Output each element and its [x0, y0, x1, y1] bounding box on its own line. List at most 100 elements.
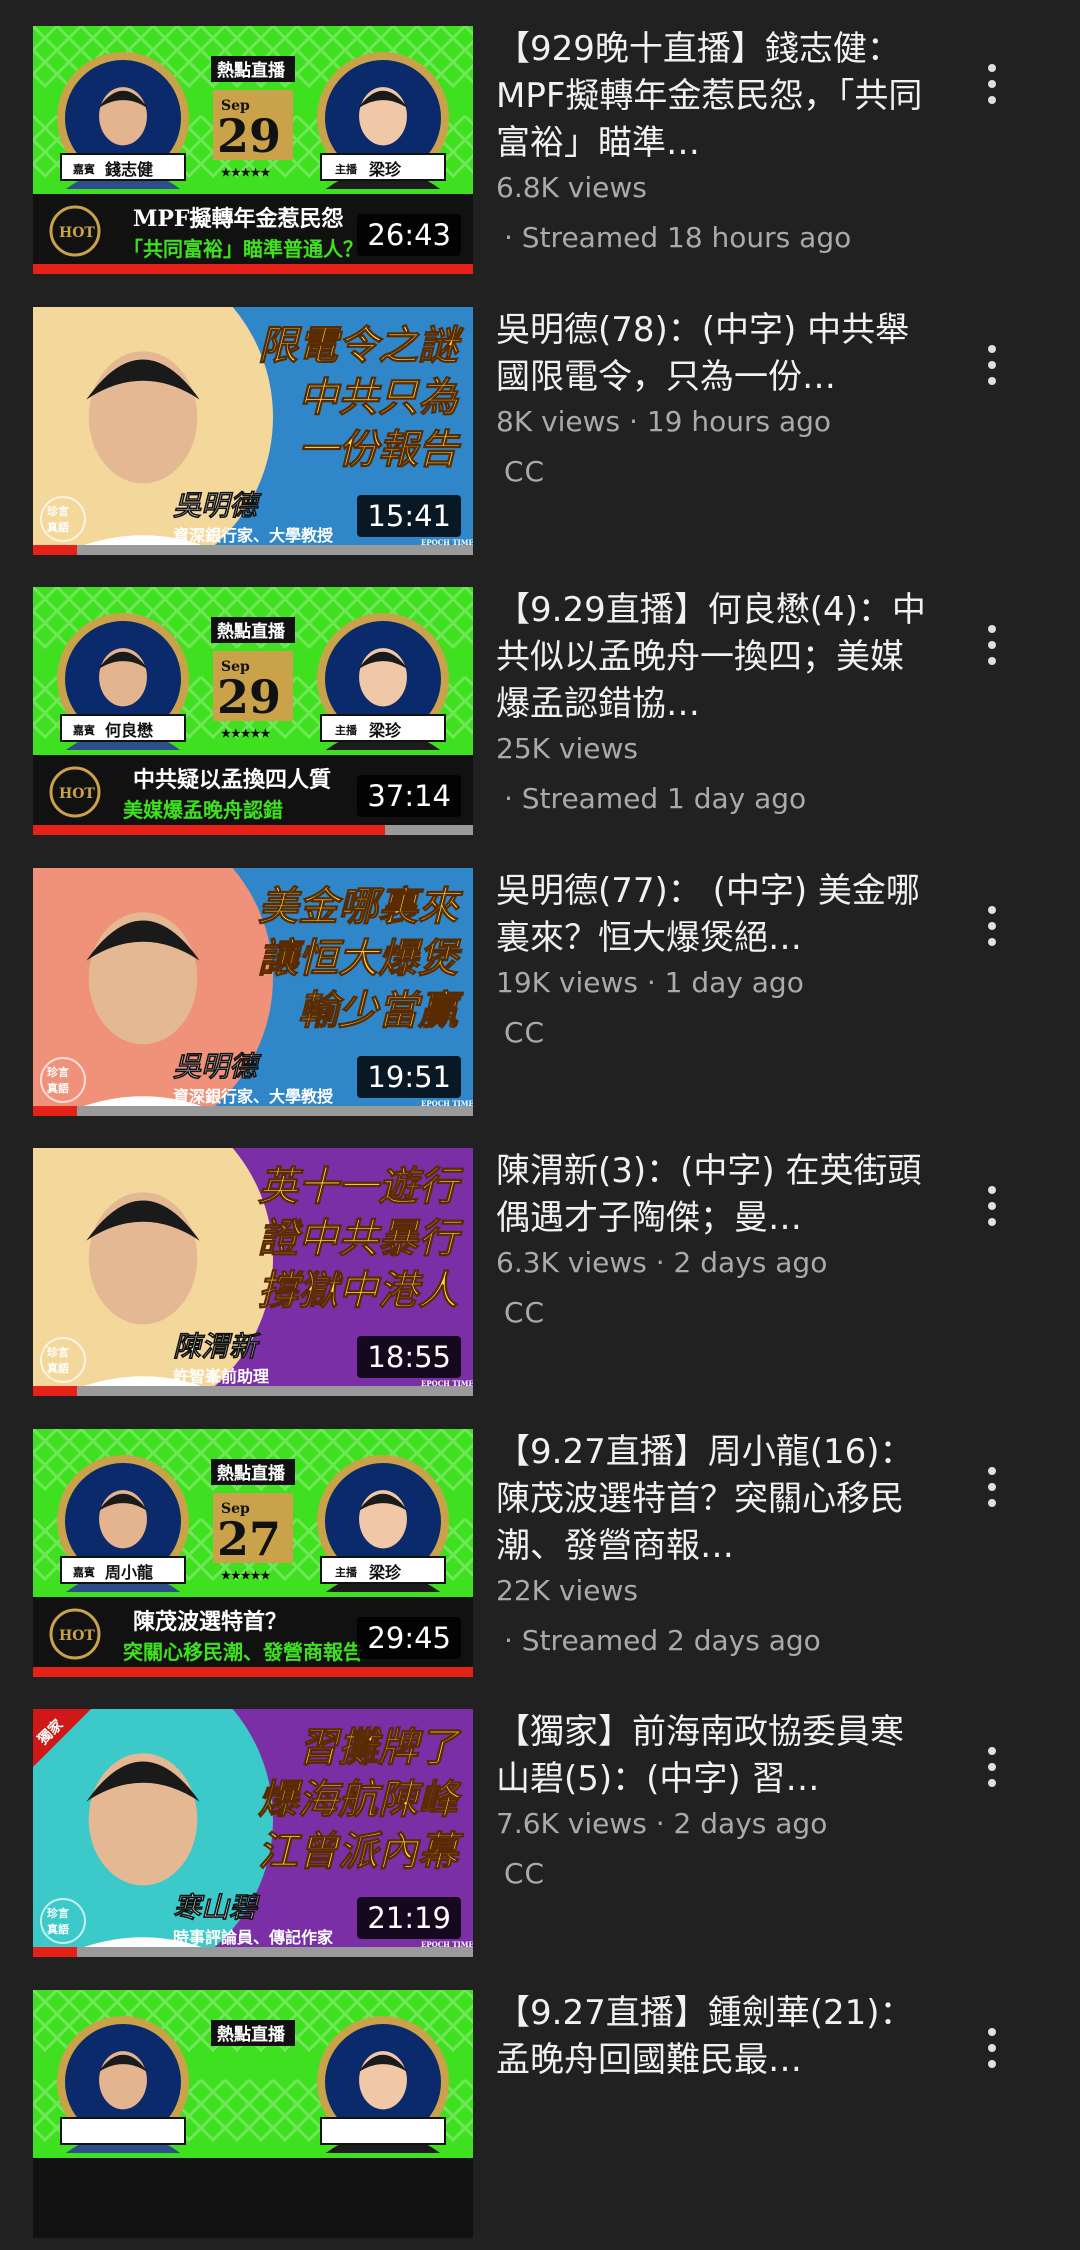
channel-logo-text-1: 珍言 [47, 1906, 69, 1920]
date-day: 27 [217, 1512, 281, 1566]
more-dot [988, 361, 996, 369]
host-tag: 主播 [335, 723, 358, 737]
headline-line-3: 輸少當贏 [298, 987, 464, 1034]
closed-captions-badge: CC [504, 1296, 546, 1329]
hot-label: HOT [59, 786, 95, 802]
channel-logo-text-2: 真語 [47, 1081, 69, 1095]
stream-time: · Streamed 2 days ago [504, 1624, 821, 1657]
more-dot [988, 657, 996, 665]
more-vert-icon[interactable] [972, 615, 1012, 675]
more-dot [988, 1747, 996, 1755]
caption-line-2: 突關心移民潮、發營商報告 [123, 1640, 363, 1664]
caption-line-2: 「共同富裕」瞄準普通人？ [123, 237, 363, 261]
view-count: 25K views [496, 732, 638, 765]
more-vert-icon[interactable] [972, 335, 1012, 395]
video-item[interactable]: 嘉賓 何良懋 主播 梁珍 熱點直播 Sep 29 ★★★★★ HOT 中共疑以孟換四人質 美媒爆孟晚… [0, 587, 1080, 847]
stream-time: · Streamed 18 hours ago [504, 221, 852, 254]
video-title[interactable]: 【929晚十直播】錢志健：MPF擬轉年金惹民怨，「共同富裕」瞄準… [496, 26, 926, 167]
headline-line-2: 證中共暴行 [258, 1215, 464, 1262]
channel-logo-text-1: 珍言 [47, 1345, 69, 1359]
more-vert-icon[interactable] [972, 1737, 1012, 1797]
more-dot [988, 922, 996, 930]
more-dot [988, 64, 996, 72]
watch-progress-track [33, 545, 473, 555]
hot-label: HOT [59, 1628, 95, 1644]
live-badge: 熱點直播 [217, 60, 286, 81]
video-thumbnail[interactable]: 嘉賓 錢志健 主播 梁珍 熱點直播 Sep 29 ★★★★★ HOT MPF擬轉年金惹民怨 「共同富… [33, 26, 473, 274]
video-thumbnail[interactable]: 嘉賓 何良懋 主播 梁珍 熱點直播 Sep 29 ★★★★★ HOT 中共疑以孟換四人質 美媒爆孟晚… [33, 587, 473, 835]
video-title[interactable]: 【9.27直播】鍾劍華(21)：孟晚舟回國難民最… [496, 1990, 926, 2084]
view-count: 6.8K views [496, 171, 647, 204]
more-vert-icon[interactable] [972, 1457, 1012, 1517]
speaker-role: 資深銀行家、大學教授 [173, 1087, 334, 1106]
watch-progress-fill [33, 1667, 473, 1677]
video-title[interactable]: 陳渭新(3)：(中字) 在英街頭偶遇才子陶傑；曼… [496, 1148, 926, 1242]
live-badge: 熱點直播 [217, 1463, 286, 1484]
watch-progress-fill [33, 1106, 77, 1116]
more-vert-icon[interactable] [972, 2018, 1012, 2078]
video-title[interactable]: 吳明德(77)： (中字) 美金哪裏來？恒大爆煲絕… [496, 868, 926, 962]
guest-name: 錢志健 [105, 160, 153, 179]
guest-tag: 嘉賓 [72, 1565, 95, 1579]
view-count-age: 7.6K views · 2 days ago [496, 1807, 828, 1840]
headline-line-1: 美金哪裏來 [258, 883, 464, 930]
channel-logo-text-2: 真語 [47, 1361, 69, 1375]
video-item[interactable]: 英十一遊行證中共暴行撐獄中港人陳渭新許智峯前助理珍言真語EPOCH TIMES1… [0, 1148, 1080, 1408]
more-dot [988, 1467, 996, 1475]
channel-logo-text-2: 真語 [47, 520, 69, 534]
headline-line-1: 英十一遊行 [258, 1163, 464, 1210]
video-title[interactable]: 【9.29直播】何良懋(4)：中共似以孟晚舟一換四；美媒爆孟認錯協… [496, 587, 926, 728]
duration-badge: 19:51 [357, 1056, 461, 1098]
channel-logo-text-1: 珍言 [47, 504, 69, 518]
date-stars: ★★★★★ [221, 166, 270, 179]
more-vert-icon[interactable] [972, 1176, 1012, 1236]
more-dot [988, 96, 996, 104]
video-item[interactable]: 嘉賓 周小龍 主播 梁珍 熱點直播 Sep 27 ★★★★★ HOT 陳茂波選特首？ 突關心移民潮、… [0, 1429, 1080, 1689]
duration-badge: 37:14 [357, 775, 461, 817]
headline-line-2: 讓恒大爆煲 [258, 935, 463, 982]
host-tag: 主播 [335, 1565, 358, 1579]
video-thumbnail[interactable]: 嘉賓 周小龍 主播 梁珍 熱點直播 Sep 27 ★★★★★ HOT 陳茂波選特首？ 突關心移民潮、… [33, 1429, 473, 1677]
watch-progress-fill [33, 1947, 77, 1957]
host-name: 梁珍 [368, 1563, 402, 1582]
video-title[interactable]: 吳明德(78)：(中字) 中共舉國限電令，只為一份… [496, 307, 926, 401]
caption-band [33, 2158, 473, 2238]
more-dot [988, 1499, 996, 1507]
view-count-age: 19K views · 1 day ago [496, 966, 804, 999]
channel-logo-text-2: 真語 [47, 1922, 69, 1936]
view-count: 22K views [496, 1574, 638, 1607]
headline-line-1: 習攤牌了 [298, 1724, 462, 1771]
video-thumbnail[interactable]: 英十一遊行證中共暴行撐獄中港人陳渭新許智峯前助理珍言真語EPOCH TIMES1… [33, 1148, 473, 1396]
watch-progress-track [33, 264, 473, 274]
video-title[interactable]: 【9.27直播】周小龍(16)：陳茂波選特首？突關心移民潮、發營商報… [496, 1429, 926, 1570]
more-vert-icon[interactable] [972, 896, 1012, 956]
watch-progress-track [33, 1947, 473, 1957]
video-item[interactable]: 美金哪裏來 讓恒大爆煲 輸少當贏 吳明德 資深銀行家、大學教授 珍言 真語 EPOCH TIM… [0, 868, 1080, 1128]
live-badge: 熱點直播 [217, 2024, 286, 2045]
video-item[interactable]: 嘉賓 錢志健 主播 梁珍 熱點直播 Sep 29 ★★★★★ HOT MPF擬轉年金惹民怨 「共同富… [0, 26, 1080, 286]
headline-line-3: 撐獄中港人 [258, 1267, 458, 1314]
video-thumbnail[interactable]: 限電令之謎 中共只為 一份報告 吳明德 資深銀行家、大學教授 珍言 真語 EPOCH TIME… [33, 307, 473, 555]
headline-line-2: 爆海航陳峰 [258, 1776, 463, 1823]
video-item[interactable]: 熱點直播 【9.27直播】鍾劍華(21)：孟晚舟回國難民最… [0, 1990, 1080, 2250]
host-name-banner [320, 2117, 446, 2145]
video-thumbnail[interactable]: 美金哪裏來 讓恒大爆煲 輸少當贏 吳明德 資深銀行家、大學教授 珍言 真語 EPOCH TIM… [33, 868, 473, 1116]
video-meta: 吳明德(77)： (中字) 美金哪裏來？恒大爆煲絕… 19K views · 1 … [496, 868, 926, 1049]
duration-badge: 15:41 [357, 495, 461, 537]
video-meta: 陳渭新(3)：(中字) 在英街頭偶遇才子陶傑；曼… 6.3K views · 2 … [496, 1148, 926, 1329]
guest-tag: 嘉賓 [72, 723, 95, 737]
video-meta: 【9.29直播】何良懋(4)：中共似以孟晚舟一換四；美媒爆孟認錯協… 25K vi… [496, 587, 926, 820]
guest-tag: 嘉賓 [72, 162, 95, 176]
more-dot [988, 2028, 996, 2036]
video-meta: 【9.27直播】鍾劍華(21)：孟晚舟回國難民最… [496, 1990, 926, 2084]
video-item[interactable]: 獨家 習攤牌了 爆海航陳峰 江曾派內幕 寒山碧 時事評論員、傳記作家 珍言 真語 EPOCH T… [0, 1709, 1080, 1969]
headline-line-3: 江曾派內幕 [258, 1828, 464, 1875]
caption-line-1: 陳茂波選特首？ [133, 1609, 287, 1635]
video-thumbnail[interactable]: 熱點直播 [33, 1990, 473, 2238]
watch-progress-fill [33, 545, 77, 555]
more-vert-icon[interactable] [972, 54, 1012, 114]
video-item[interactable]: 限電令之謎 中共只為 一份報告 吳明德 資深銀行家、大學教授 珍言 真語 EPOCH TIME… [0, 307, 1080, 567]
video-thumbnail[interactable]: 獨家 習攤牌了 爆海航陳峰 江曾派內幕 寒山碧 時事評論員、傳記作家 珍言 真語 EPOCH T… [33, 1709, 473, 1957]
channel-logo-text-1: 珍言 [47, 1065, 69, 1079]
video-title[interactable]: 【獨家】前海南政協委員寒山碧(5)：(中字) 習… [496, 1709, 926, 1803]
